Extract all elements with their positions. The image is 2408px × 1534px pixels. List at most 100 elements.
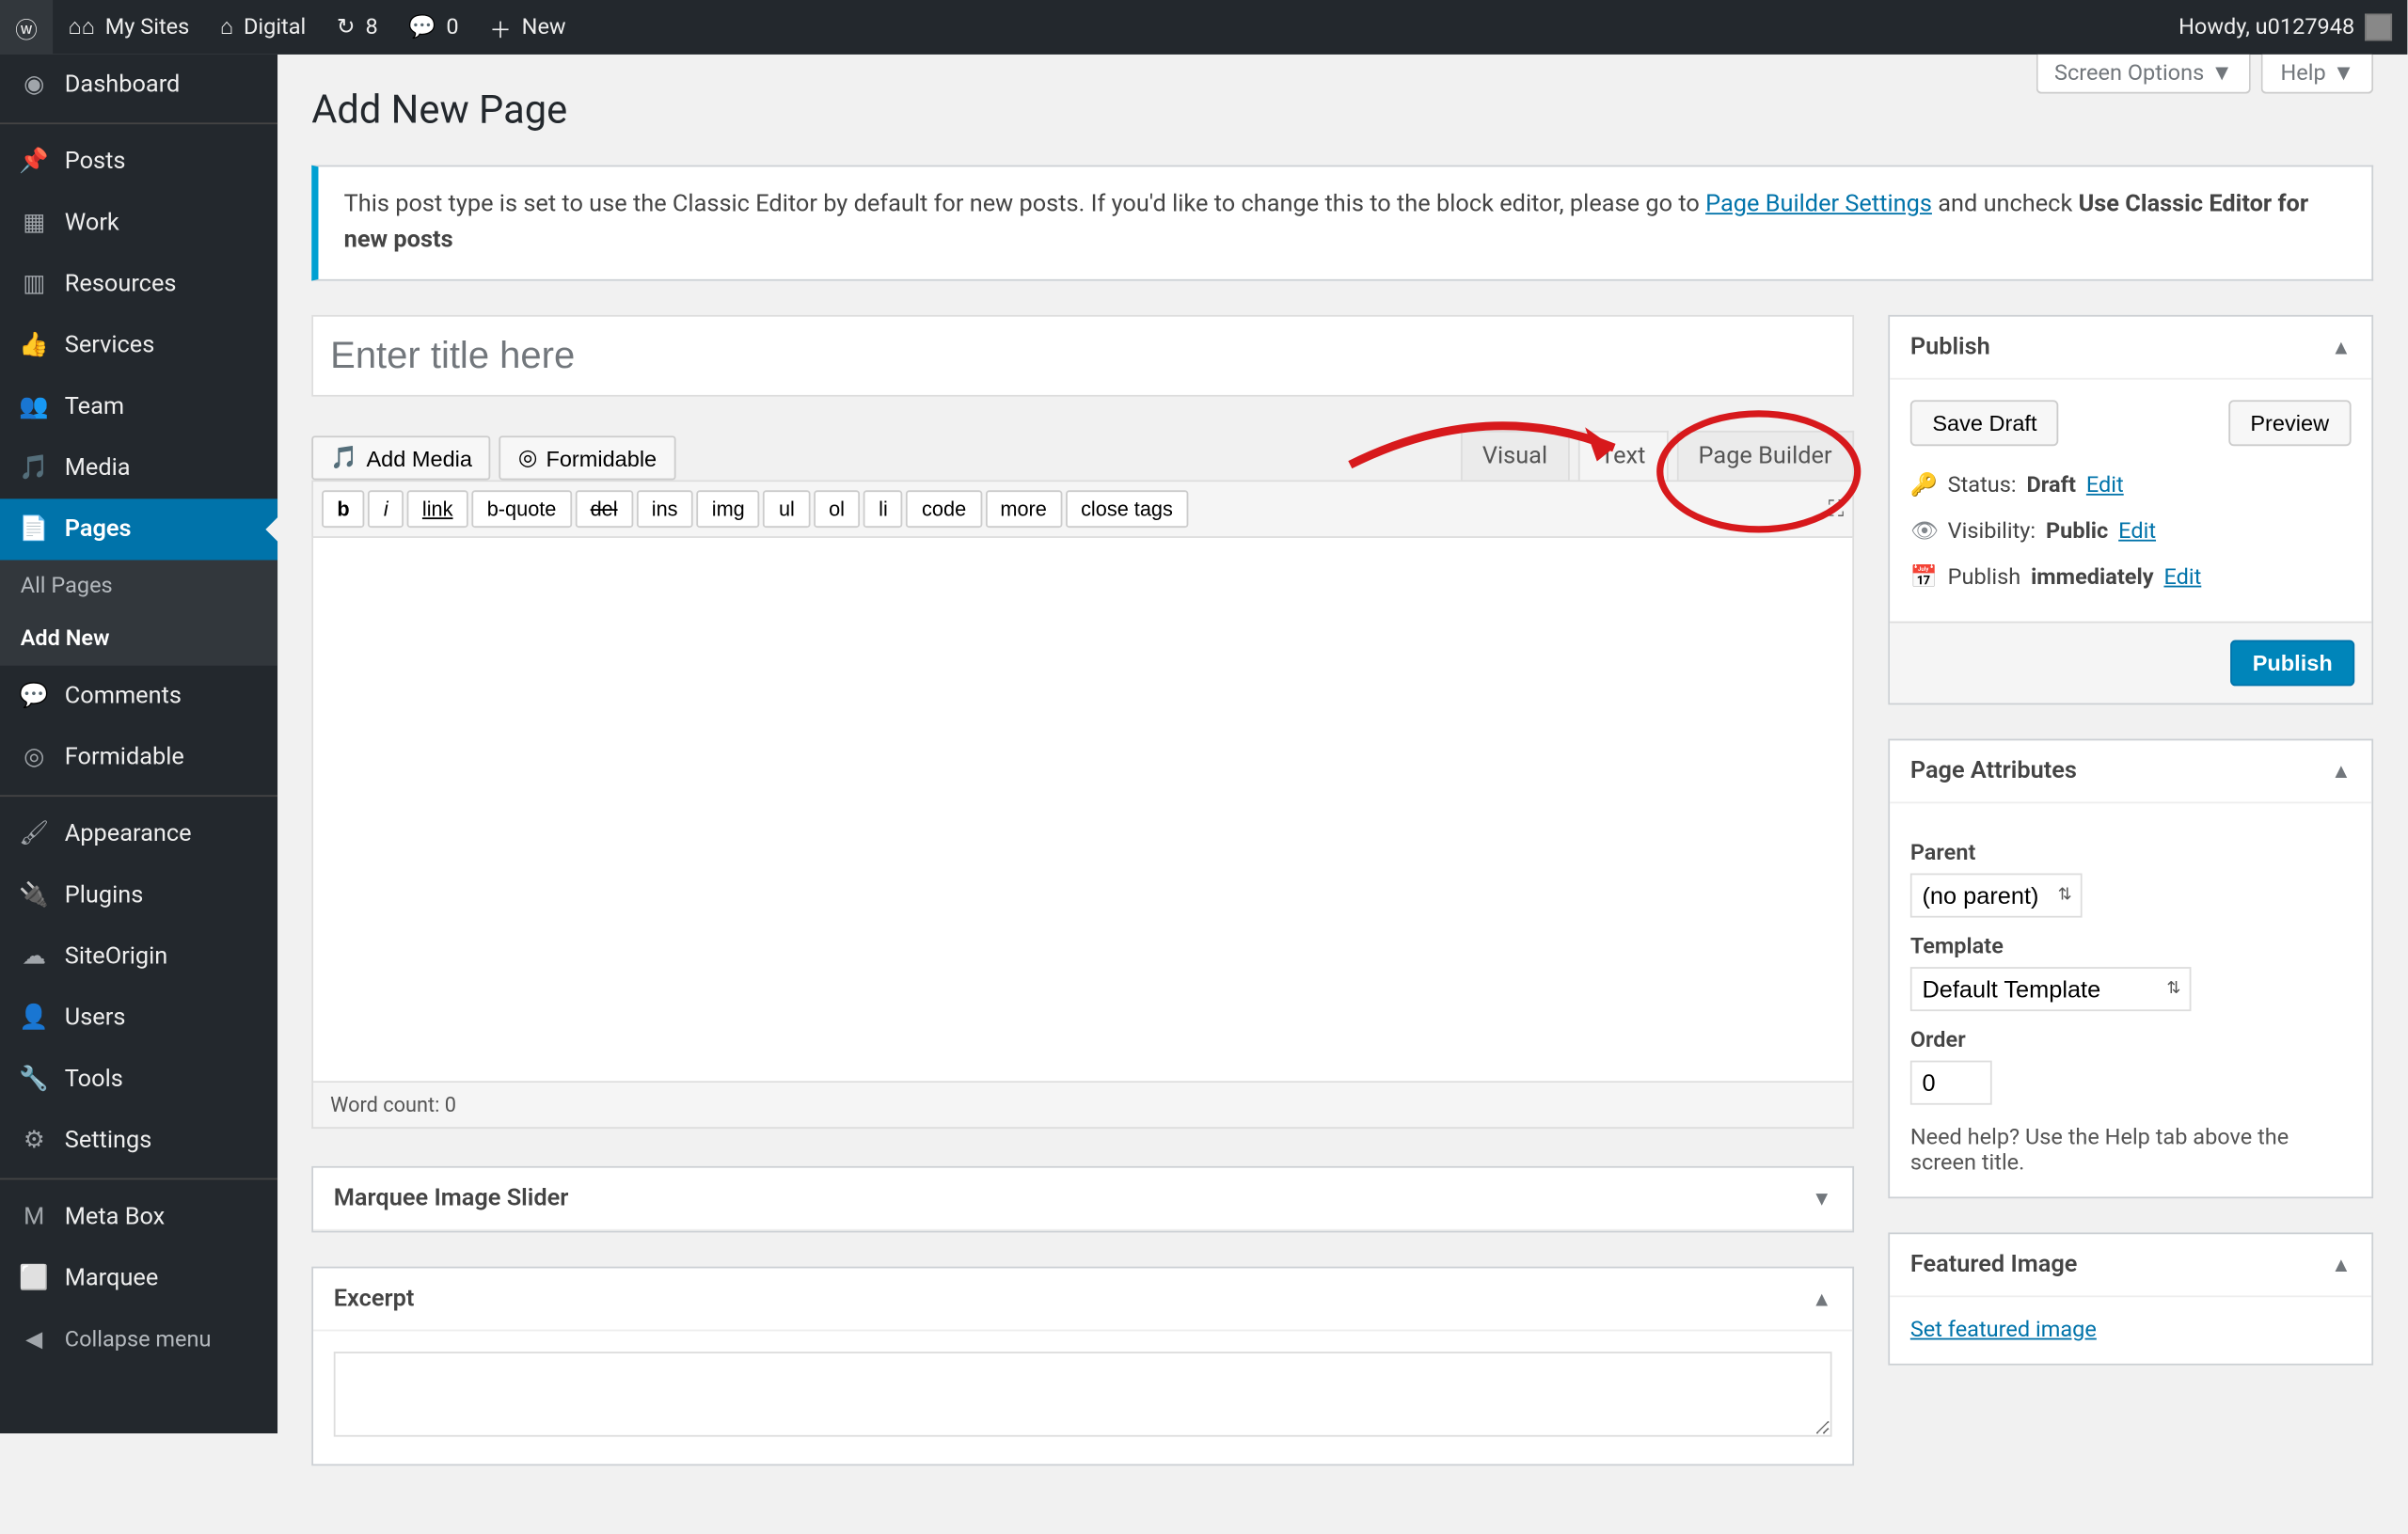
order-input[interactable] <box>1910 1061 1992 1105</box>
page-builder-settings-link[interactable]: Page Builder Settings <box>1705 191 1932 218</box>
editor-status-bar: Word count: 0 <box>311 1083 1854 1129</box>
menu-metabox[interactable]: MMeta Box <box>0 1187 277 1248</box>
menu-siteorigin[interactable]: ☁SiteOrigin <box>0 926 277 988</box>
excerpt-box-header[interactable]: Excerpt▲ <box>313 1268 1852 1331</box>
media-icon: 🎵 <box>330 444 357 471</box>
menu-posts[interactable]: 📌Posts <box>0 131 277 192</box>
updates[interactable]: ↻8 <box>322 0 393 55</box>
featured-image-box: Featured Image▲ Set featured image <box>1888 1232 2373 1365</box>
pin-icon: 📌 <box>17 145 51 179</box>
qt-del[interactable]: del <box>575 490 633 528</box>
menu-pages[interactable]: 📄Pages <box>0 498 277 560</box>
eye-icon: 👁 <box>1910 519 1938 545</box>
admin-sidebar: ◉Dashboard 📌Posts ▦Work ▥Resources 👍Serv… <box>0 55 277 1433</box>
submenu-add-new[interactable]: Add New <box>0 613 277 666</box>
content-editor[interactable] <box>311 538 1854 1083</box>
screen-meta-links: Screen Options ▼ Help ▼ <box>2036 55 2373 94</box>
menu-tools[interactable]: 🔧Tools <box>0 1049 277 1110</box>
submenu-all-pages[interactable]: All Pages <box>0 560 277 612</box>
save-draft-button[interactable]: Save Draft <box>1910 400 2059 446</box>
marquee-box-header[interactable]: Marquee Image Slider▼ <box>313 1168 1852 1231</box>
qt-li[interactable]: li <box>863 490 903 528</box>
chevron-up-icon: ▲ <box>1812 1287 1832 1310</box>
formidable-icon: ◎ <box>518 444 538 471</box>
collapse-menu[interactable]: ◀Collapse menu <box>0 1309 277 1370</box>
attrs-box-header[interactable]: Page Attributes▲ <box>1890 740 2371 803</box>
parent-label: Parent <box>1910 841 2352 866</box>
menu-media[interactable]: 🎵Media <box>0 437 277 498</box>
site-name[interactable]: ⌂Digital <box>205 0 322 55</box>
menu-team[interactable]: 👥Team <box>0 376 277 437</box>
marquee-icon: ⬜ <box>17 1261 51 1295</box>
collapse-icon: ◀ <box>17 1322 51 1356</box>
my-sites[interactable]: ⌂⌂My Sites <box>53 0 204 55</box>
appearance-icon: 🖌 <box>17 817 51 851</box>
menu-appearance[interactable]: 🖌Appearance <box>0 803 277 864</box>
dashboard-icon: ◉ <box>17 68 51 102</box>
menu-services[interactable]: 👍Services <box>0 315 277 376</box>
tools-icon: 🔧 <box>17 1062 51 1096</box>
editor-notice: This post type is set to use the Classic… <box>311 166 2373 281</box>
main-content: Screen Options ▼ Help ▼ Add New Page Thi… <box>277 55 2407 1534</box>
comments-icon: 💬 <box>17 679 51 713</box>
qt-ul[interactable]: ul <box>764 490 810 528</box>
team-icon: 👥 <box>17 389 51 423</box>
qt-italic[interactable]: i <box>369 490 404 528</box>
menu-users[interactable]: 👤Users <box>0 988 277 1049</box>
title-input[interactable] <box>311 315 1854 397</box>
settings-icon: ⚙ <box>17 1124 51 1158</box>
admin-toolbar: ⓦ ⌂⌂My Sites ⌂Digital ↻8 💬0 ＋New Howdy, … <box>0 0 2407 55</box>
calendar-icon: 📅 <box>1910 565 1938 591</box>
help-button[interactable]: Help ▼ <box>2262 55 2374 94</box>
formidable-button[interactable]: ◎Formidable <box>499 435 675 480</box>
publish-box: Publish▲ Save Draft Preview 🔑Status: Dra… <box>1888 315 2373 704</box>
siteorigin-icon: ☁ <box>17 940 51 973</box>
publish-button[interactable]: Publish <box>2230 640 2354 687</box>
annotation-arrow <box>1350 414 1640 498</box>
menu-dashboard[interactable]: ◉Dashboard <box>0 55 277 116</box>
qt-ol[interactable]: ol <box>814 490 860 528</box>
qt-link[interactable]: link <box>407 490 468 528</box>
wp-logo[interactable]: ⓦ <box>0 0 53 55</box>
qt-ins[interactable]: ins <box>636 490 692 528</box>
qt-bquote[interactable]: b-quote <box>471 490 571 528</box>
menu-settings[interactable]: ⚙Settings <box>0 1110 277 1171</box>
resources-icon: ▥ <box>17 267 51 301</box>
chevron-down-icon: ▼ <box>1812 1187 1832 1210</box>
featured-box-header[interactable]: Featured Image▲ <box>1890 1234 2371 1297</box>
set-featured-image-link[interactable]: Set featured image <box>1890 1297 2116 1364</box>
menu-plugins[interactable]: 🔌Plugins <box>0 864 277 925</box>
pages-icon: 📄 <box>17 513 51 546</box>
add-media-button[interactable]: 🎵Add Media <box>311 435 491 480</box>
formidable-icon: ◎ <box>17 740 51 774</box>
menu-work[interactable]: ▦Work <box>0 193 277 254</box>
excerpt-textarea[interactable] <box>334 1352 1832 1436</box>
key-icon: 🔑 <box>1910 473 1938 498</box>
screen-options-button[interactable]: Screen Options ▼ <box>2036 55 2252 94</box>
preview-button[interactable]: Preview <box>2228 400 2352 446</box>
annotation-circle <box>1656 410 1861 532</box>
comments-count[interactable]: 💬0 <box>393 0 474 55</box>
publish-box-header[interactable]: Publish▲ <box>1890 317 2371 380</box>
edit-schedule-link[interactable]: Edit <box>2163 565 2201 591</box>
qt-img[interactable]: img <box>696 490 760 528</box>
qt-bold[interactable]: b <box>322 490 365 528</box>
menu-comments[interactable]: 💬Comments <box>0 666 277 727</box>
metabox-icon: M <box>17 1200 51 1234</box>
thumb-icon: 👍 <box>17 328 51 362</box>
qt-more[interactable]: more <box>985 490 1062 528</box>
edit-visibility-link[interactable]: Edit <box>2118 519 2156 545</box>
users-icon: 👤 <box>17 1001 51 1035</box>
menu-formidable[interactable]: ◎Formidable <box>0 727 277 788</box>
howdy-user[interactable]: Howdy, u0127948 <box>2163 0 2407 55</box>
qt-close-tags[interactable]: close tags <box>1066 490 1188 528</box>
new-content[interactable]: ＋New <box>474 0 581 55</box>
qt-code[interactable]: code <box>907 490 982 528</box>
template-select[interactable]: Default Template <box>1910 967 2192 1011</box>
menu-marquee[interactable]: ⬜Marquee <box>0 1248 277 1309</box>
menu-resources[interactable]: ▥Resources <box>0 254 277 315</box>
chevron-up-icon: ▲ <box>2331 759 2352 783</box>
parent-select[interactable]: (no parent) <box>1910 874 2083 918</box>
edit-status-link[interactable]: Edit <box>2086 473 2124 498</box>
order-label: Order <box>1910 1028 2352 1053</box>
